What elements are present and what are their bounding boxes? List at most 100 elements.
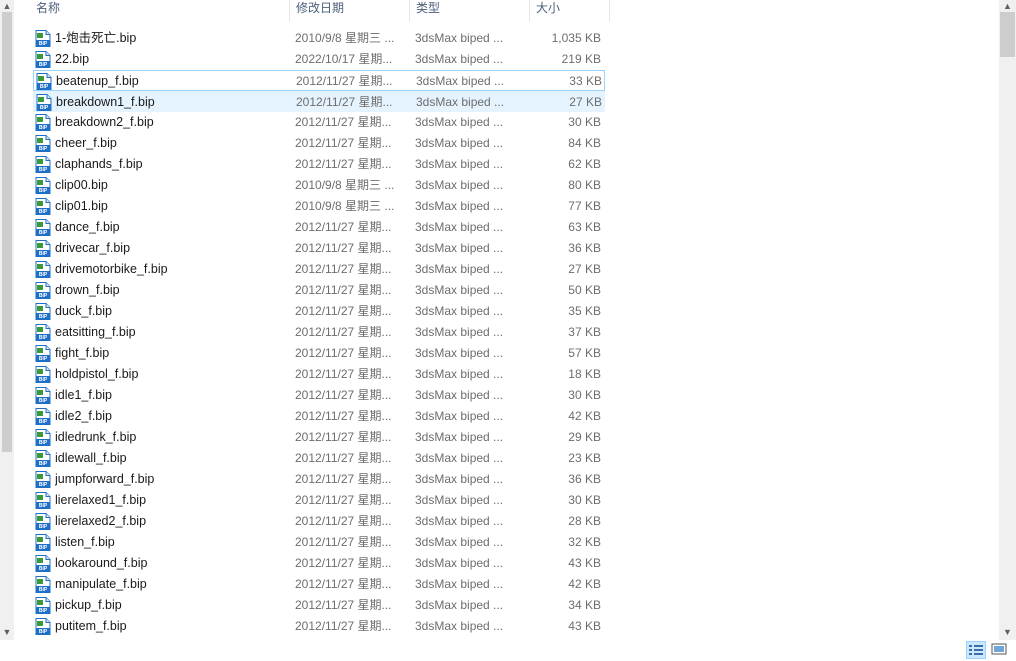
bip-file-icon: BIP [35,597,51,614]
file-row[interactable]: BIP drown_f.bip 2012/11/27 星期... 3dsMax bip… [33,280,605,301]
file-row[interactable]: BIP breakdown2_f.bip 2012/11/27 星期... 3dsMa… [33,112,605,133]
file-modified-date: 2012/11/27 星期... [295,157,392,171]
file-row[interactable]: BIP lookaround_f.bip 2012/11/27 星期... 3dsMa… [33,553,605,574]
column-header-name[interactable]: 名称 [30,0,290,22]
file-row[interactable]: BIP dance_f.bip 2012/11/27 星期... 3dsMax bip… [33,217,605,238]
bip-file-icon: BIP [36,94,52,111]
svg-text:BIP: BIP [39,125,48,131]
file-type: 3dsMax biped ... [415,388,504,402]
svg-text:BIP: BIP [39,587,48,593]
svg-text:BIP: BIP [39,629,48,635]
file-row[interactable]: BIP eatsitting_f.bip 2012/11/27 星期... 3dsMa… [33,322,605,343]
file-row[interactable]: BIP idlewall_f.bip 2012/11/27 星期... 3dsMax … [33,448,605,469]
scroll-up-arrow-icon[interactable]: ▲ [0,0,14,12]
file-size: 23 KB [568,451,601,465]
file-row[interactable]: BIP manipulate_f.bip 2012/11/27 星期... 3dsMa… [33,574,605,595]
column-header-type[interactable]: 类型 [410,0,530,22]
file-size: 34 KB [568,598,601,612]
file-modified-date: 2012/11/27 星期... [295,556,392,570]
file-modified-date: 2012/11/27 星期... [295,409,392,423]
file-modified-date: 2012/11/27 星期... [295,283,392,297]
svg-text:BIP: BIP [39,314,48,320]
file-size: 43 KB [568,556,601,570]
svg-text:BIP: BIP [39,377,48,383]
scroll-down-arrow-icon[interactable]: ▼ [999,626,1016,638]
file-name: idle2_f.bip [55,409,112,423]
file-row[interactable]: BIP clip00.bip 2010/9/8 星期三 ... 3dsMax bipe… [33,175,605,196]
file-modified-date: 2012/11/27 星期... [295,220,392,234]
large-icons-view-button[interactable] [990,641,1010,659]
file-row[interactable]: BIP lierelaxed2_f.bip 2012/11/27 星期... 3dsM… [33,511,605,532]
column-header-size[interactable]: 大小 [530,0,610,22]
file-size: 30 KB [568,115,601,129]
scroll-down-arrow-icon[interactable]: ▼ [0,626,14,638]
file-size: 18 KB [568,367,601,381]
file-row[interactable]: BIP duck_f.bip 2012/11/27 星期... 3dsMax bipe… [33,301,605,322]
file-modified-date: 2012/11/27 星期... [295,535,392,549]
file-row[interactable]: BIP breakdown1_f.bip 2012/11/27 星期... 3dsMa… [33,91,605,112]
svg-text:BIP: BIP [39,356,48,362]
svg-text:BIP: BIP [39,293,48,299]
bip-file-icon: BIP [35,345,51,362]
svg-text:BIP: BIP [40,105,49,111]
file-size: 43 KB [568,619,601,633]
file-name: breakdown1_f.bip [56,95,155,109]
svg-text:BIP: BIP [39,398,48,404]
file-size: 42 KB [568,577,601,591]
file-list-scrollbar[interactable]: ▲ ▼ [999,0,1016,640]
file-type: 3dsMax biped ... [415,598,504,612]
file-row[interactable]: BIP pickup_f.bip 2012/11/27 星期... 3dsMax bi… [33,595,605,616]
file-row[interactable]: BIP clip01.bip 2010/9/8 星期三 ... 3dsMax bipe… [33,196,605,217]
file-row[interactable]: BIP idle2_f.bip 2012/11/27 星期... 3dsMax bip… [33,406,605,427]
file-name: lierelaxed2_f.bip [55,514,147,528]
file-name: eatsitting_f.bip [55,325,136,339]
file-type: 3dsMax biped ... [415,283,504,297]
svg-text:BIP: BIP [39,524,48,530]
file-type: 3dsMax biped ... [415,136,504,150]
column-header-date[interactable]: 修改日期 [290,0,410,22]
file-size: 219 KB [561,52,601,66]
file-name: pickup_f.bip [55,598,122,612]
svg-text:BIP: BIP [39,251,48,257]
details-view-button[interactable] [966,641,986,659]
scroll-up-arrow-icon[interactable]: ▲ [999,0,1016,12]
file-row[interactable]: BIP listen_f.bip 2012/11/27 星期... 3dsMax bi… [33,532,605,553]
left-pane-scroll-thumb[interactable] [2,12,12,452]
file-size: 32 KB [568,535,601,549]
file-row[interactable]: BIP putitem_f.bip 2012/11/27 星期... 3dsMax b… [33,616,605,637]
file-row[interactable]: BIP beatenup_f.bip 2012/11/27 星期... 3dsMax … [33,70,605,91]
file-name: jumpforward_f.bip [55,472,155,486]
file-name: 22.bip [55,52,90,66]
svg-text:BIP: BIP [39,545,48,551]
file-row[interactable]: BIP cheer_f.bip 2012/11/27 星期... 3dsMax bip… [33,133,605,154]
file-name: idle1_f.bip [55,388,112,402]
file-modified-date: 2012/11/27 星期... [295,262,392,276]
file-row[interactable]: BIP fight_f.bip 2012/11/27 星期... 3dsMax bip… [33,343,605,364]
file-row[interactable]: BIP 1-炮击死亡.bip 2010/9/8 星期三 ... 3dsMax bipe… [33,28,605,49]
file-modified-date: 2012/11/27 星期... [295,598,392,612]
file-modified-date: 2012/11/27 星期... [296,74,393,88]
file-modified-date: 2012/11/27 星期... [295,346,392,360]
file-row[interactable]: BIP holdpistol_f.bip 2012/11/27 星期... 3dsMa… [33,364,605,385]
left-pane-scrollbar[interactable]: ▲ ▼ [0,0,14,640]
file-size: 27 KB [568,262,601,276]
file-list-scroll-thumb[interactable] [1000,12,1015,57]
file-row[interactable]: BIP claphands_f.bip 2012/11/27 星期... 3dsMax… [33,154,605,175]
file-modified-date: 2012/11/27 星期... [295,514,392,528]
file-row[interactable]: BIP 22.bip 2022/10/17 星期... 3dsMax biped ..… [33,49,605,70]
file-type: 3dsMax biped ... [415,346,504,360]
file-row[interactable]: BIP idledrunk_f.bip 2012/11/27 星期... 3dsMax… [33,427,605,448]
view-mode-buttons [966,640,1012,660]
file-name: putitem_f.bip [55,619,127,633]
file-type: 3dsMax biped ... [415,241,504,255]
file-row[interactable]: BIP lierelaxed1_f.bip 2012/11/27 星期... 3dsM… [33,490,605,511]
file-modified-date: 2022/10/17 星期... [295,52,393,66]
file-name: clip00.bip [55,178,108,192]
bip-file-icon: BIP [35,114,51,131]
svg-text:BIP: BIP [39,566,48,572]
file-row[interactable]: BIP drivemotorbike_f.bip 2012/11/27 星期... 3… [33,259,605,280]
file-row[interactable]: BIP idle1_f.bip 2012/11/27 星期... 3dsMax bip… [33,385,605,406]
file-row[interactable]: BIP drivecar_f.bip 2012/11/27 星期... 3dsMax … [33,238,605,259]
file-type: 3dsMax biped ... [415,52,504,66]
file-row[interactable]: BIP jumpforward_f.bip 2012/11/27 星期... 3dsM… [33,469,605,490]
